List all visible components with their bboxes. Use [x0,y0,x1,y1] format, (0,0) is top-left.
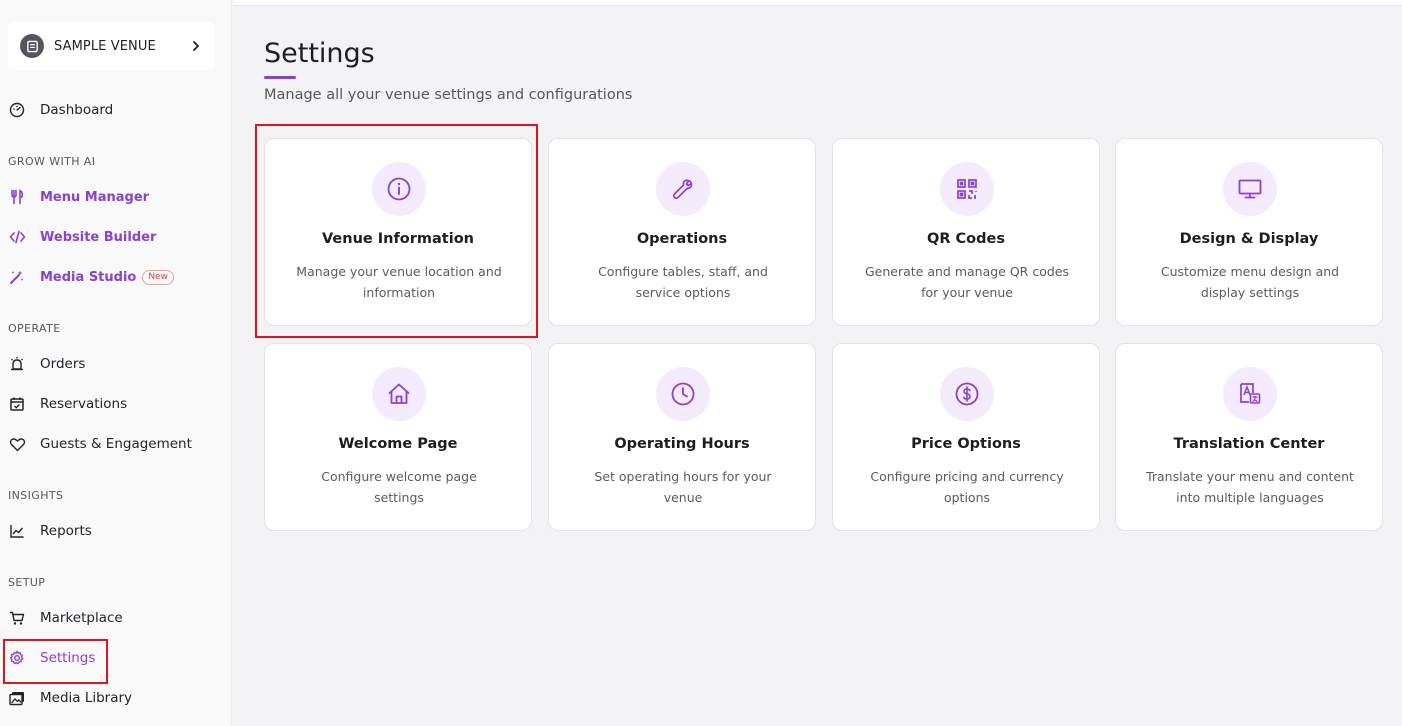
sidebar-item-guests-engagement[interactable]: Guests & Engagement [0,428,232,460]
section-label-insights: INSIGHTS [8,489,64,502]
sidebar-item-website-builder[interactable]: Website Builder [0,221,232,253]
card-title: QR Codes [927,231,1005,247]
highlight-box-settings [3,639,108,684]
top-bar [233,0,1402,6]
sidebar-item-label: Menu Manager [40,189,150,205]
cart-icon [8,609,26,627]
section-label-grow-with-ai: GROW WITH AI [8,155,96,168]
card-title: Operating Hours [614,436,750,452]
images-icon [8,689,26,707]
sidebar-item-label: Guests & Engagement [40,436,192,452]
monitor-icon [1223,162,1277,216]
sidebar-item-orders[interactable]: Orders [0,348,232,380]
card-title: Price Options [911,436,1021,452]
page-title: Settings [264,38,375,69]
home-icon [372,367,426,421]
translate-icon [1223,367,1277,421]
code-icon [8,228,26,246]
settings-card-welcome-page[interactable]: Welcome Page Configure welcome page sett… [264,343,532,531]
section-label-setup: SETUP [8,576,46,589]
page-subtitle: Manage all your venue settings and confi… [264,87,633,103]
sidebar-item-media-studio[interactable]: Media Studio New [0,261,232,293]
settings-card-operating-hours[interactable]: Operating Hours Set operating hours for … [548,343,816,531]
card-title: Welcome Page [338,436,458,452]
card-description: Set operating hours for your venue [594,469,772,505]
card-description: Configure tables, staff, and service opt… [598,264,768,300]
settings-card-price-options[interactable]: Price Options Configure pricing and curr… [832,343,1100,531]
sidebar-item-label: Website Builder [40,229,157,245]
sidebar-item-label: Media Studio [40,269,137,285]
store-icon [20,34,44,58]
settings-card-operations[interactable]: Operations Configure tables, staff, and … [548,138,816,326]
utensils-icon [8,188,26,206]
dollar-icon [940,367,994,421]
card-description: Configure welcome page settings [321,469,477,505]
highlight-box-venue-information [255,124,538,338]
venue-name: SAMPLE VENUE [54,38,156,54]
sidebar-item-reservations[interactable]: Reservations [0,388,232,420]
sidebar-item-reports[interactable]: Reports [0,515,232,547]
card-title: Design & Display [1179,231,1319,247]
settings-card-qr-codes[interactable]: QR Codes Generate and manage QR codes fo… [832,138,1100,326]
line-chart-icon [8,522,26,540]
calendar-check-icon [8,395,26,413]
card-title: Operations [636,231,728,247]
sidebar-item-marketplace[interactable]: Marketplace [0,602,232,634]
gauge-icon [8,101,26,119]
chevron-right-icon [189,39,203,53]
card-description: Customize menu design and display settin… [1160,264,1340,300]
sidebar-item-label: Media Library [40,690,133,706]
sidebar-item-label: Marketplace [40,610,123,626]
new-badge: New [142,269,174,285]
sidebar-item-label: Reports [40,523,92,539]
qr-code-icon [940,162,994,216]
bell-alarm-icon [8,355,26,373]
sidebar-item-menu-manager[interactable]: Menu Manager [0,181,232,213]
card-description: Generate and manage QR codes for your ve… [864,264,1070,300]
sidebar: SAMPLE VENUE Dashboard GROW WITH AI Menu… [0,0,232,726]
title-underline [264,76,296,79]
clock-icon [656,367,710,421]
card-description: Configure pricing and currency options [870,469,1064,505]
card-title: Translation Center [1173,436,1325,452]
sidebar-item-media-library[interactable]: Media Library [0,682,232,714]
wrench-icon [656,162,710,216]
venue-switcher[interactable]: SAMPLE VENUE [8,22,215,70]
card-description: Translate your menu and content into mul… [1146,469,1354,505]
heart-icon [8,435,26,453]
sidebar-item-label: Orders [40,356,86,372]
settings-card-translation-center[interactable]: Translation Center Translate your menu a… [1115,343,1383,531]
settings-card-design-display[interactable]: Design & Display Customize menu design a… [1115,138,1383,326]
sidebar-item-label: Dashboard [40,102,114,118]
sidebar-item-label: Reservations [40,396,128,412]
section-label-operate: OPERATE [8,322,61,335]
magic-wand-icon [8,268,26,286]
sidebar-item-dashboard[interactable]: Dashboard [0,94,232,126]
